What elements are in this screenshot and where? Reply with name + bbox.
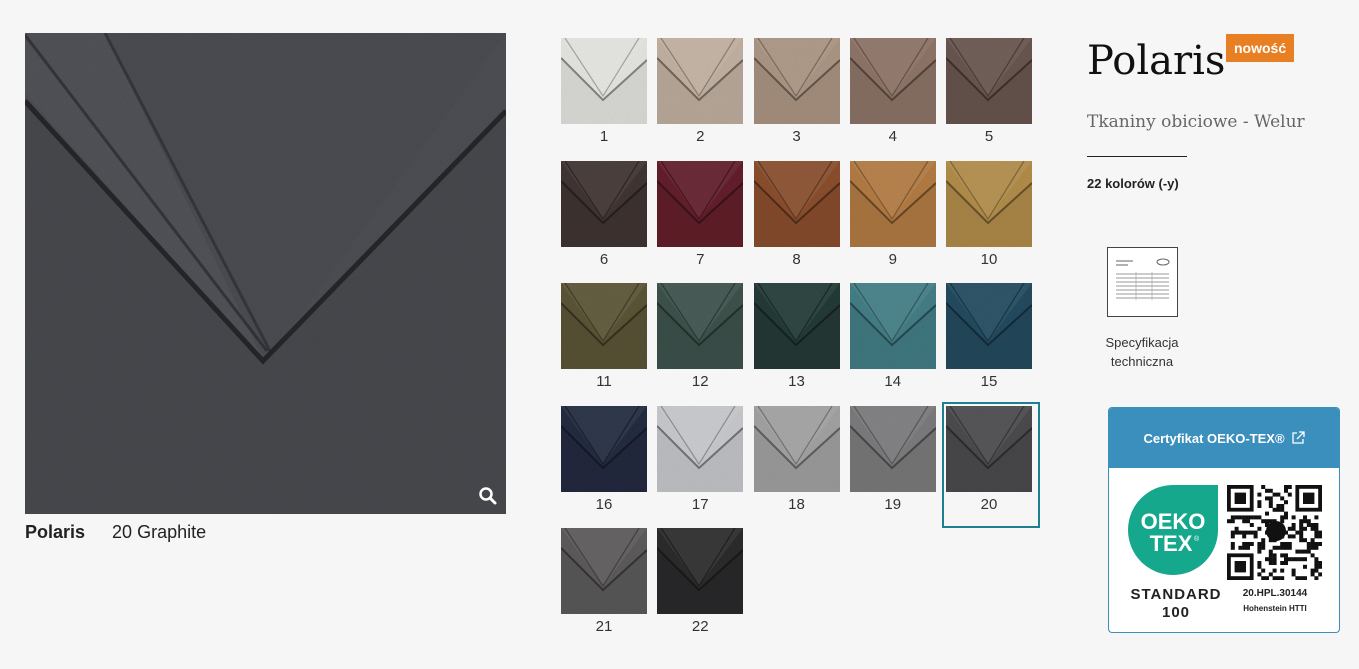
swatch-number: 17 bbox=[691, 495, 709, 513]
swatch-number: 5 bbox=[984, 128, 994, 145]
swatch-image bbox=[657, 160, 744, 247]
swatch-17[interactable]: 17 bbox=[657, 405, 744, 514]
swatch-3[interactable]: 3 bbox=[753, 38, 840, 146]
swatch-image bbox=[753, 405, 840, 492]
oeko-tex-certificate: Certyfikat OEKO-TEX® OEKO TEX ® STANDARD… bbox=[1108, 407, 1340, 633]
caption-product-name: Polaris bbox=[25, 522, 86, 542]
certificate-lab: Hohenstein HTTI bbox=[1243, 604, 1307, 613]
swatch-image bbox=[849, 160, 936, 247]
swatch-6[interactable]: 6 bbox=[561, 160, 647, 269]
spec-label: Specyfikacja techniczna bbox=[1093, 333, 1191, 371]
product-title: Polaris bbox=[1087, 38, 1226, 84]
divider bbox=[1087, 156, 1187, 157]
swatch-image bbox=[561, 160, 647, 247]
external-link-icon bbox=[1291, 431, 1305, 444]
swatch-number: 14 bbox=[884, 373, 902, 390]
swatch-image bbox=[946, 283, 1032, 369]
swatch-12[interactable]: 12 bbox=[657, 283, 744, 391]
swatch-image bbox=[849, 405, 936, 492]
product-category: Tkaniny obiciowe - Welur bbox=[1087, 112, 1305, 132]
swatch-image bbox=[561, 283, 647, 369]
swatch-image bbox=[849, 38, 936, 124]
swatch-2[interactable]: 2 bbox=[657, 38, 744, 146]
swatch-1[interactable]: 1 bbox=[561, 38, 647, 146]
swatch-18[interactable]: 18 bbox=[753, 405, 840, 514]
swatch-number: 15 bbox=[980, 373, 998, 390]
swatch-number: 20 bbox=[980, 495, 998, 513]
swatch-number: 22 bbox=[691, 618, 709, 635]
swatch-number: 16 bbox=[595, 495, 613, 513]
swatch-5[interactable]: 5 bbox=[946, 38, 1032, 146]
swatch-image bbox=[561, 405, 647, 492]
swatch-number: 3 bbox=[792, 128, 801, 145]
swatch-10[interactable]: 10 bbox=[946, 160, 1032, 269]
certificate-header: Certyfikat OEKO-TEX® bbox=[1143, 430, 1285, 446]
swatch-8[interactable]: 8 bbox=[753, 160, 840, 269]
swatch-15[interactable]: 15 bbox=[946, 283, 1032, 391]
swatch-19[interactable]: 19 bbox=[849, 405, 936, 514]
swatch-number: 7 bbox=[696, 250, 705, 268]
swatch-image bbox=[753, 160, 840, 247]
swatch-number: 9 bbox=[888, 250, 897, 268]
swatch-number: 4 bbox=[888, 128, 897, 145]
certificate-link[interactable]: Certyfikat OEKO-TEX® bbox=[1109, 408, 1339, 468]
swatch-22[interactable]: 22 bbox=[657, 528, 744, 636]
swatch-20[interactable]: 20 bbox=[942, 401, 1040, 528]
swatch-16[interactable]: 16 bbox=[561, 405, 647, 514]
standard-line2: 100 bbox=[1161, 604, 1191, 621]
swatch-number: 18 bbox=[788, 495, 805, 513]
swatch-image bbox=[657, 405, 744, 492]
swatch-image bbox=[561, 528, 647, 614]
swatch-number: 6 bbox=[599, 250, 609, 268]
spec-label-line2: techniczna bbox=[1110, 354, 1174, 369]
certificate-code: 20.HPL.30144 bbox=[1242, 588, 1308, 599]
swatch-image bbox=[753, 283, 840, 369]
qr-code bbox=[1227, 485, 1322, 580]
new-badge: nowość bbox=[1226, 34, 1295, 62]
preview-caption: Polaris 20 Graphite bbox=[25, 522, 206, 543]
standard-line1: STANDARD bbox=[1130, 586, 1222, 603]
swatch-number: 1 bbox=[599, 128, 609, 145]
swatch-number: 19 bbox=[884, 495, 902, 513]
spec-label-line1: Specyfikacja bbox=[1105, 335, 1179, 350]
swatch-image bbox=[657, 38, 744, 124]
swatch-number: 2 bbox=[696, 128, 705, 145]
spec-link[interactable]: Specyfikacja techniczna bbox=[1093, 247, 1191, 371]
zoom-icon[interactable] bbox=[478, 486, 498, 506]
swatch-image bbox=[657, 528, 744, 614]
color-count: 22 kolorów (-y) bbox=[1087, 176, 1179, 191]
swatch-number: 11 bbox=[596, 373, 612, 390]
oeko-tex-logo: OEKO TEX ® bbox=[1128, 485, 1218, 575]
swatch-13[interactable]: 13 bbox=[753, 283, 840, 391]
document-icon bbox=[1106, 247, 1178, 317]
swatch-image bbox=[946, 160, 1032, 247]
swatch-image bbox=[849, 283, 936, 369]
swatch-image bbox=[561, 38, 647, 124]
standard-label: STANDARD 100 bbox=[1117, 586, 1235, 622]
swatch-number: 13 bbox=[788, 373, 805, 390]
swatch-image bbox=[657, 283, 744, 369]
fabric-preview-image[interactable] bbox=[25, 33, 506, 514]
svg-text:®: ® bbox=[1194, 535, 1200, 543]
swatch-9[interactable]: 9 bbox=[849, 160, 936, 269]
swatch-number: 12 bbox=[691, 373, 709, 390]
swatch-7[interactable]: 7 bbox=[657, 160, 744, 269]
swatch-image bbox=[753, 38, 840, 124]
swatch-number: 21 bbox=[595, 618, 613, 635]
swatch-4[interactable]: 4 bbox=[849, 38, 936, 146]
swatch-number: 10 bbox=[980, 250, 998, 268]
swatch-11[interactable]: 11 bbox=[561, 283, 647, 391]
swatch-image bbox=[946, 38, 1032, 124]
swatch-14[interactable]: 14 bbox=[849, 283, 936, 391]
swatch-number: 8 bbox=[792, 250, 801, 268]
caption-color-label: 20 Graphite bbox=[112, 522, 207, 542]
swatch-image bbox=[946, 405, 1032, 492]
swatch-21[interactable]: 21 bbox=[561, 528, 647, 636]
oeko-logo-text-2: TEX bbox=[1150, 531, 1193, 556]
